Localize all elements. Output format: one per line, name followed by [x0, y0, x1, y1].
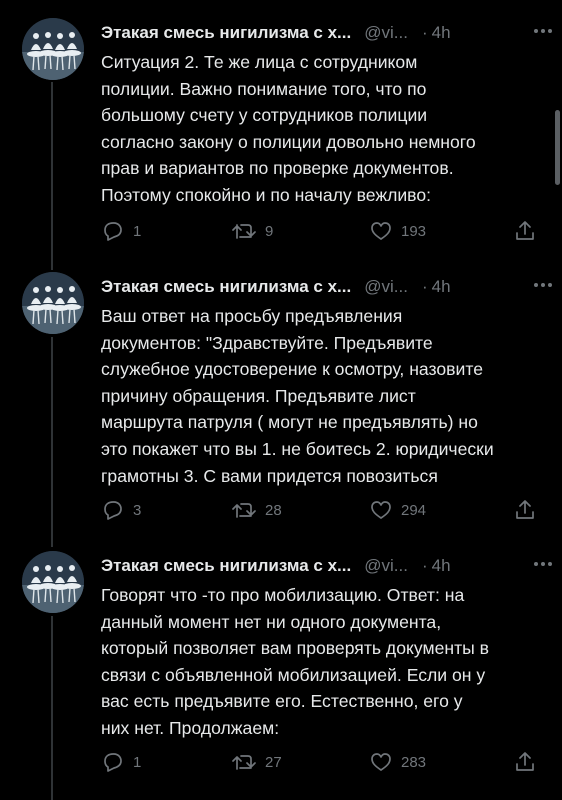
timestamp[interactable]: 4h	[432, 556, 451, 576]
tweet-text: Ситуация 2. Те же лица с сотрудником пол…	[101, 52, 476, 205]
tweet-actions: 1 27 283	[101, 749, 546, 775]
like-count: 283	[401, 753, 427, 771]
author-name[interactable]: Этакая смесь нигилизма с х...	[101, 23, 351, 43]
reply-button[interactable]: 3	[101, 498, 141, 522]
author-name[interactable]: Этакая смесь нигилизма с х...	[101, 556, 351, 576]
tweet-header: Этакая смесь нигилизма с х... @vi... · 4…	[101, 553, 546, 579]
author-handle[interactable]: @vi...	[364, 23, 408, 43]
heart-icon	[371, 501, 391, 519]
tweet-header: Этакая смесь нигилизма с х... @vi... · 4…	[101, 20, 546, 46]
like-count: 294	[401, 501, 427, 519]
like-button[interactable]: 294	[369, 498, 426, 522]
tweet-text: Говорят что -то про мобилизацию. Ответ: …	[101, 585, 490, 738]
author-handle[interactable]: @vi...	[364, 277, 408, 297]
retweet-icon	[232, 503, 256, 518]
reply-icon	[104, 753, 122, 772]
like-button[interactable]: 193	[369, 219, 426, 243]
share-button[interactable]	[513, 219, 537, 243]
timestamp[interactable]: 4h	[432, 277, 451, 297]
scrollbar[interactable]	[555, 110, 560, 185]
like-count: 193	[401, 222, 427, 240]
share-button[interactable]	[513, 498, 537, 522]
heart-icon	[371, 753, 391, 771]
tweet[interactable]: Этакая смесь нигилизма с х... @vi... · 4…	[0, 272, 562, 532]
reply-button[interactable]: 1	[101, 219, 141, 243]
heart-icon	[371, 222, 391, 240]
separator-dot: ·	[421, 556, 428, 575]
separator-dot: ·	[421, 277, 428, 296]
retweet-count: 28	[265, 501, 282, 519]
more-horizontal-icon[interactable]	[530, 272, 556, 298]
tweet[interactable]: Этакая смесь нигилизма с х... @vi... · 4…	[0, 551, 562, 800]
separator-dot: ·	[421, 23, 428, 42]
more-horizontal-icon[interactable]	[530, 551, 556, 577]
like-button[interactable]: 283	[369, 750, 426, 774]
share-icon	[516, 221, 534, 240]
tweet-actions: 3 28 294	[101, 497, 546, 523]
timestamp[interactable]: 4h	[432, 23, 451, 43]
retweet-icon	[232, 755, 256, 770]
reply-icon	[104, 222, 122, 241]
retweet-button[interactable]: 28	[231, 498, 282, 522]
author-name[interactable]: Этакая смесь нигилизма с х...	[101, 277, 351, 297]
tweet-text: Ваш ответ на просьбу предъявления докуме…	[101, 306, 494, 486]
reply-count: 1	[133, 753, 142, 771]
reply-count: 3	[133, 501, 142, 519]
reply-count: 1	[133, 222, 142, 240]
tweet-header: Этакая смесь нигилизма с х... @vi... · 4…	[101, 274, 546, 300]
retweet-icon	[232, 224, 256, 239]
tweet[interactable]: Этакая смесь нигилизма с х... @vi... · 4…	[0, 18, 562, 258]
retweet-count: 27	[265, 753, 282, 771]
reply-button[interactable]: 1	[101, 750, 141, 774]
author-handle[interactable]: @vi...	[364, 556, 408, 576]
avatar[interactable]	[22, 18, 84, 80]
reply-icon	[104, 501, 122, 520]
tweet-actions: 1 9 193	[101, 218, 546, 244]
share-icon	[516, 500, 534, 519]
share-button[interactable]	[513, 750, 537, 774]
retweet-count: 9	[265, 222, 274, 240]
retweet-button[interactable]: 9	[231, 219, 273, 243]
avatar[interactable]	[22, 551, 84, 613]
avatar[interactable]	[22, 272, 84, 334]
retweet-button[interactable]: 27	[231, 750, 282, 774]
share-icon	[516, 752, 534, 771]
more-horizontal-icon[interactable]	[530, 18, 556, 44]
